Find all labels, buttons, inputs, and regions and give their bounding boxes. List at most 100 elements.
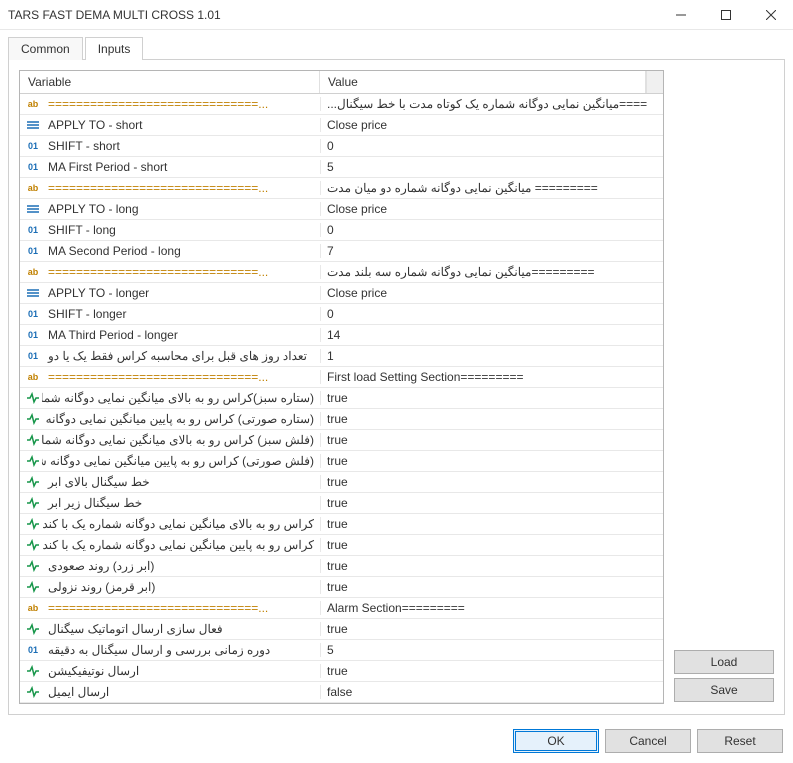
type-icon-cell: ab [20, 181, 42, 195]
enum-type-icon [25, 118, 41, 132]
variable-cell: تعداد روز های قبل برای محاسبه کراس فقط ی… [42, 349, 320, 363]
value-cell[interactable]: true [320, 517, 663, 531]
param-row[interactable]: 01MA Third Period - longer14 [20, 325, 663, 346]
param-row[interactable]: APPLY TO - shortClose price [20, 115, 663, 136]
value-cell[interactable]: 0 [320, 307, 663, 321]
value-cell[interactable]: true [320, 622, 663, 636]
variable-cell: ارسال نوتیفیکیشن [42, 664, 320, 678]
type-icon-cell: 01 [20, 643, 42, 657]
variable-cell: APPLY TO - long [42, 202, 320, 216]
value-cell[interactable]: true [320, 475, 663, 489]
value-cell[interactable]: true [320, 496, 663, 510]
param-row[interactable]: فعال سازی ارسال اتوماتیک سیگنالtrue [20, 619, 663, 640]
value-cell[interactable]: 5 [320, 643, 663, 657]
value-cell[interactable]: 0 [320, 139, 663, 153]
type-icon-cell [20, 496, 42, 510]
value-cell[interactable]: true [320, 454, 663, 468]
int-type-icon: 01 [25, 328, 41, 342]
param-row[interactable]: ab==============================...First… [20, 367, 663, 388]
param-row[interactable]: (ابر قرمز) روند نزولیtrue [20, 577, 663, 598]
variable-cell: ==============================... [42, 601, 320, 615]
tab-common[interactable]: Common [8, 37, 83, 60]
param-row[interactable]: ارسال ایمیلfalse [20, 682, 663, 703]
type-icon-cell [20, 475, 42, 489]
cancel-button[interactable]: Cancel [605, 729, 691, 753]
variable-cell: MA First Period - short [42, 160, 320, 174]
param-row[interactable]: 01دوره زمانی بررسی و ارسال سیگنال به دقی… [20, 640, 663, 661]
value-cell[interactable]: 0 [320, 223, 663, 237]
value-cell[interactable]: ====میانگین نمایی دوگانه شماره یک کوتاه … [320, 97, 663, 111]
param-row[interactable]: ab==============================...=====… [20, 178, 663, 199]
param-row[interactable]: (فلش سبز) کراس رو به بالای میانگین نمایی… [20, 430, 663, 451]
variable-cell: MA Third Period - longer [42, 328, 320, 342]
int-type-icon: 01 [25, 307, 41, 321]
value-cell[interactable]: =========میانگین نمایی دوگانه شماره سه ب… [320, 265, 663, 279]
variable-cell: (ستاره سبز)کراس رو به بالای میانگین نمای… [42, 391, 320, 405]
maximize-button[interactable] [703, 0, 748, 30]
param-row[interactable]: ارسال نوتیفیکیشنtrue [20, 661, 663, 682]
param-row[interactable]: (ستاره صورتی) کراس رو به پایین میانگین ن… [20, 409, 663, 430]
minimize-button[interactable] [658, 0, 703, 30]
variable-cell: (ابر زرد) روند صعودی [42, 559, 320, 573]
value-cell[interactable]: 14 [320, 328, 663, 342]
param-row[interactable]: 01MA Second Period - long7 [20, 241, 663, 262]
value-cell[interactable]: true [320, 391, 663, 405]
param-row[interactable]: APPLY TO - longClose price [20, 199, 663, 220]
value-cell[interactable]: true [320, 580, 663, 594]
value-cell[interactable]: ========= میانگین نمایی دوگانه شماره دو … [320, 181, 663, 195]
param-row[interactable]: خط سیگنال زیر ابرtrue [20, 493, 663, 514]
value-cell[interactable]: 7 [320, 244, 663, 258]
col-variable[interactable]: Variable [20, 71, 320, 93]
col-value[interactable]: Value [320, 71, 646, 93]
param-row[interactable]: خط سیگنال بالای ابرtrue [20, 472, 663, 493]
param-row[interactable]: 01تعداد روز های قبل برای محاسبه کراس فقط… [20, 346, 663, 367]
ok-button[interactable]: OK [513, 729, 599, 753]
variable-cell: SHIFT - long [42, 223, 320, 237]
value-cell[interactable]: 5 [320, 160, 663, 174]
value-cell[interactable]: true [320, 538, 663, 552]
param-row[interactable]: ab==============================...====م… [20, 94, 663, 115]
variable-cell: ==============================... [42, 265, 320, 279]
variable-cell: کراس رو به پایین میانگین نمایی دوگانه شم… [42, 538, 320, 552]
param-row[interactable]: 01SHIFT - longer0 [20, 304, 663, 325]
scroll-up-icon[interactable] [646, 71, 663, 93]
close-button[interactable] [748, 0, 793, 30]
value-cell[interactable]: Close price [320, 118, 663, 132]
param-row[interactable]: (فلش صورتی) کراس رو به پایین میانگین نما… [20, 451, 663, 472]
param-row[interactable]: 01MA First Period - short5 [20, 157, 663, 178]
reset-button[interactable]: Reset [697, 729, 783, 753]
grid-body[interactable]: ab ==============================... ====م… [20, 94, 663, 703]
value-cell[interactable]: true [320, 433, 663, 447]
type-icon-cell: ab [20, 370, 42, 384]
type-icon-cell [20, 517, 42, 531]
type-icon-cell [20, 412, 42, 426]
tab-inputs[interactable]: Inputs [85, 37, 144, 60]
param-row[interactable]: (ستاره سبز)کراس رو به بالای میانگین نمای… [20, 388, 663, 409]
load-button[interactable]: Load [674, 650, 774, 674]
value-cell[interactable]: Close price [320, 202, 663, 216]
param-row[interactable]: 01SHIFT - long0 [20, 220, 663, 241]
save-button[interactable]: Save [674, 678, 774, 702]
variable-cell: (فلش سبز) کراس رو به بالای میانگین نمایی… [42, 433, 320, 447]
value-cell[interactable]: false [320, 685, 663, 699]
param-row[interactable]: ab==============================...Alarm… [20, 598, 663, 619]
int-type-icon: 01 [25, 223, 41, 237]
type-icon-cell [20, 433, 42, 447]
value-cell[interactable]: true [320, 559, 663, 573]
param-row[interactable]: کراس رو به بالای میانگین نمایی دوگانه شم… [20, 514, 663, 535]
value-cell[interactable]: Close price [320, 286, 663, 300]
bool-type-icon [25, 433, 41, 447]
variable-cell: کراس رو به بالای میانگین نمایی دوگانه شم… [42, 517, 320, 531]
type-icon-cell: 01 [20, 307, 42, 321]
param-row[interactable]: (ابر زرد) روند صعودیtrue [20, 556, 663, 577]
value-cell[interactable]: Alarm Section========= [320, 601, 663, 615]
titlebar: TARS FAST DEMA MULTI CROSS 1.01 [0, 0, 793, 30]
param-row[interactable]: 01SHIFT - short0 [20, 136, 663, 157]
value-cell[interactable]: true [320, 412, 663, 426]
param-row[interactable]: APPLY TO - longerClose price [20, 283, 663, 304]
value-cell[interactable]: true [320, 664, 663, 678]
param-row[interactable]: کراس رو به پایین میانگین نمایی دوگانه شم… [20, 535, 663, 556]
value-cell[interactable]: 1 [320, 349, 663, 363]
value-cell[interactable]: First load Setting Section========= [320, 370, 663, 384]
param-row[interactable]: ab==============================...=====… [20, 262, 663, 283]
